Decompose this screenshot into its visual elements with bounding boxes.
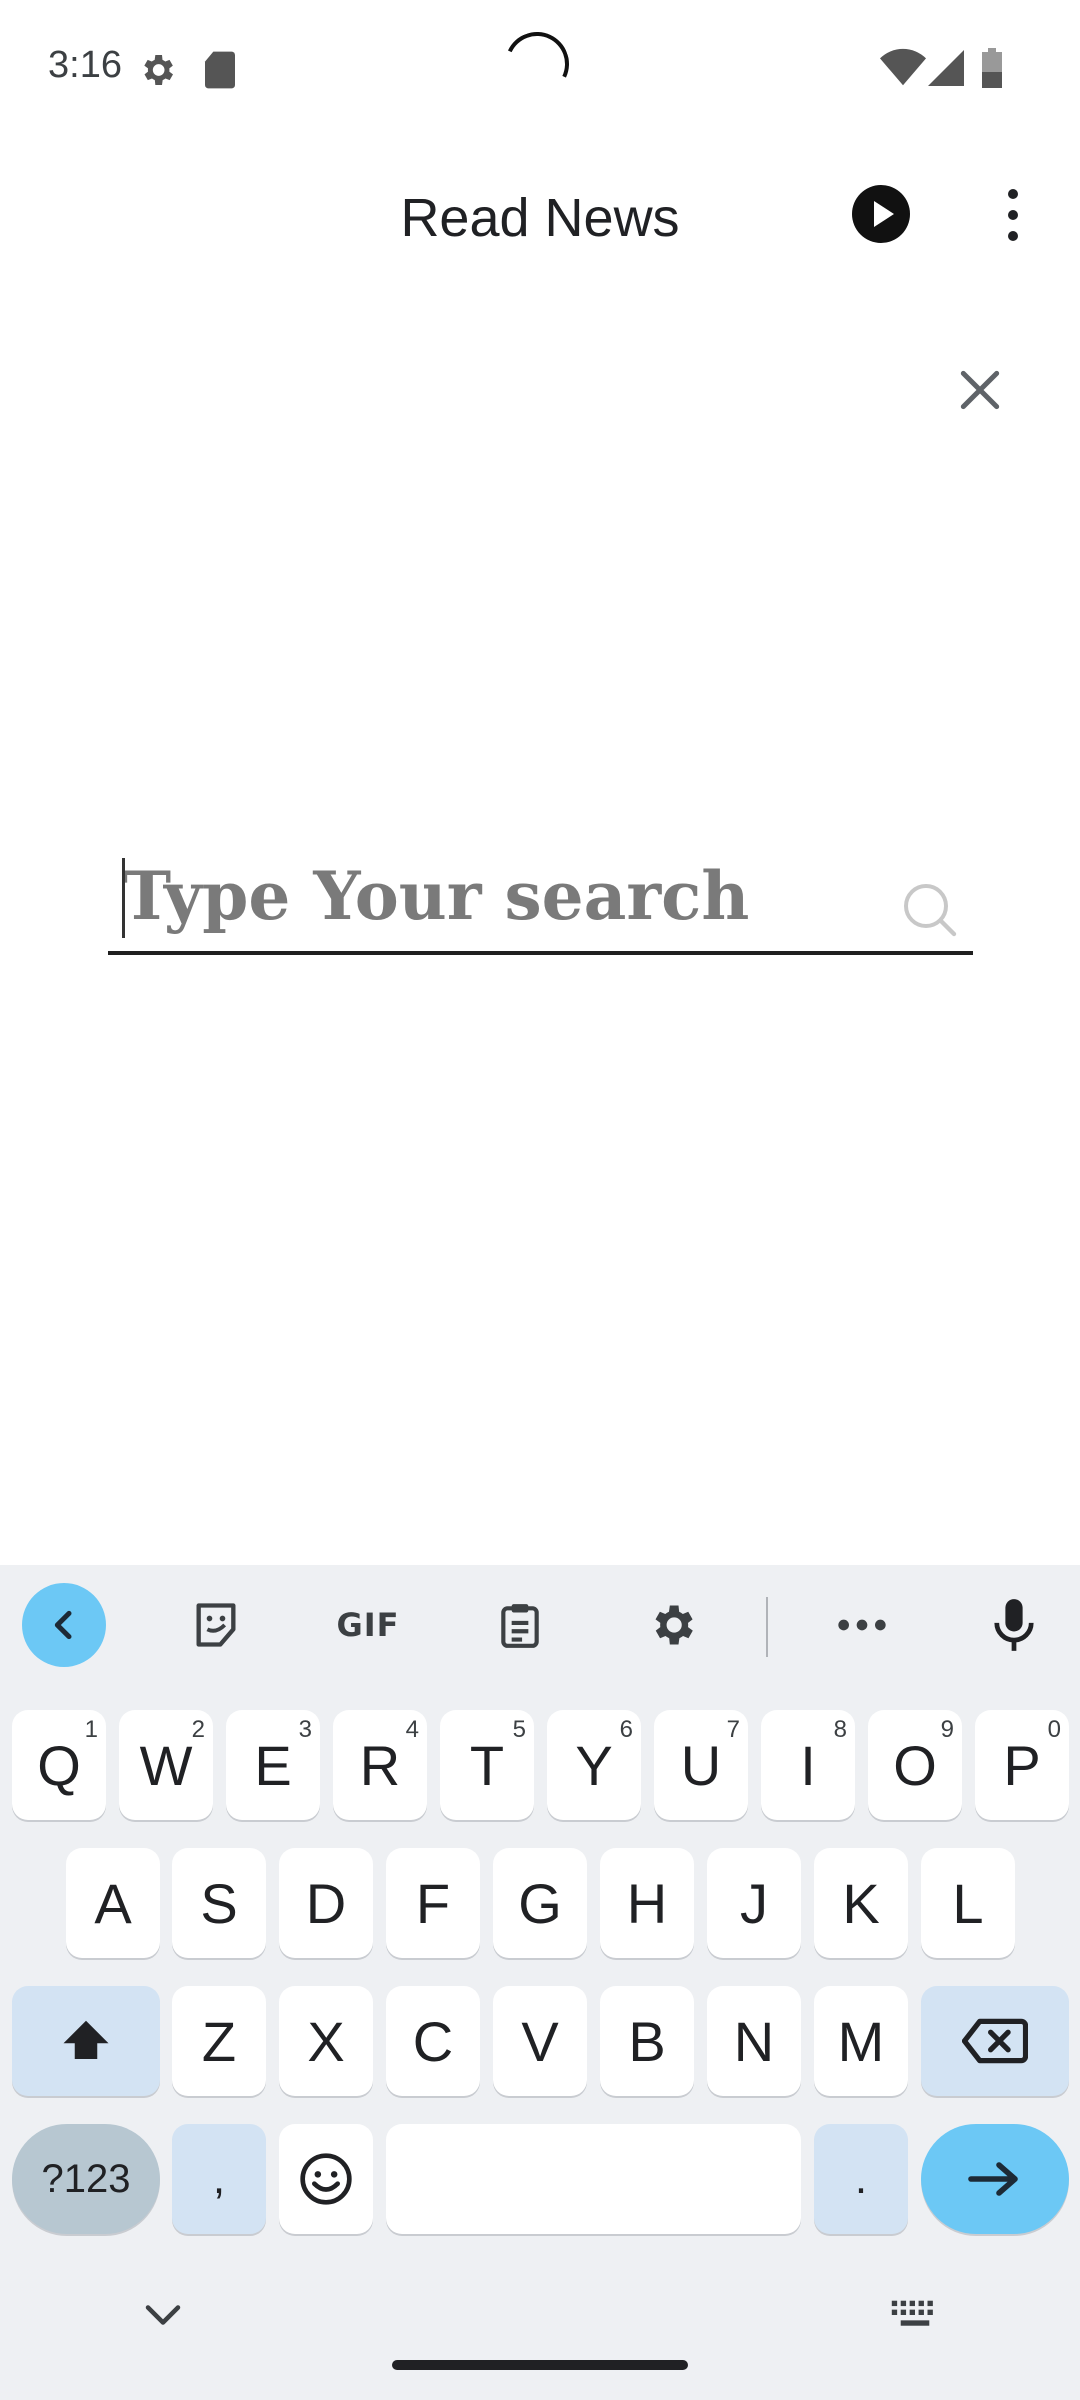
emoji-icon (300, 2153, 352, 2205)
cell-signal-icon (928, 48, 964, 93)
status-bar: 3:16 (0, 0, 1080, 135)
key-o[interactable]: O9 (868, 1710, 962, 1820)
key-d[interactable]: D (279, 1848, 373, 1958)
key-f[interactable]: F (386, 1848, 480, 1958)
text-caret (122, 858, 125, 938)
comma-key[interactable]: , (172, 2124, 266, 2234)
microphone-icon[interactable] (972, 1583, 1056, 1667)
hide-keyboard-icon[interactable] (140, 2300, 186, 2335)
page-title: Read News (400, 188, 680, 248)
key-k[interactable]: K (814, 1848, 908, 1958)
key-u[interactable]: U7 (654, 1710, 748, 1820)
key-j[interactable]: J (707, 1848, 801, 1958)
search-field[interactable] (108, 840, 973, 955)
key-z[interactable]: Z (172, 1986, 266, 2096)
gif-button[interactable]: GIF (326, 1583, 410, 1667)
key-m[interactable]: M (814, 1986, 908, 2096)
app-bar: Read News (0, 135, 1080, 295)
wifi-icon (880, 48, 926, 93)
clipboard-icon[interactable] (478, 1583, 562, 1667)
backspace-icon (962, 2018, 1028, 2064)
key-a[interactable]: A (66, 1848, 160, 1958)
key-r[interactable]: R4 (333, 1710, 427, 1820)
search-input[interactable] (122, 850, 882, 942)
period-key[interactable]: . (814, 2124, 908, 2234)
key-c[interactable]: C (386, 1986, 480, 2096)
key-e[interactable]: E3 (226, 1710, 320, 1820)
keyboard-back-button[interactable] (22, 1583, 106, 1667)
keyboard-toolbar: GIF (0, 1565, 1080, 1690)
loading-spinner-icon (495, 22, 579, 106)
sticker-icon[interactable] (174, 1583, 258, 1667)
sd-card-icon (203, 50, 237, 95)
close-icon[interactable] (955, 365, 1005, 415)
key-y[interactable]: Y6 (547, 1710, 641, 1820)
key-s[interactable]: S (172, 1848, 266, 1958)
key-n[interactable]: N (707, 1986, 801, 2096)
toolbar-divider (766, 1597, 768, 1657)
key-t[interactable]: T5 (440, 1710, 534, 1820)
key-h[interactable]: H (600, 1848, 694, 1958)
search-icon[interactable] (900, 880, 960, 940)
backspace-key[interactable] (921, 1986, 1069, 2096)
shift-key[interactable] (12, 1986, 160, 2096)
key-g[interactable]: G (493, 1848, 587, 1958)
key-v[interactable]: V (493, 1986, 587, 2096)
key-x[interactable]: X (279, 1986, 373, 2096)
more-keyboard-options-icon[interactable] (820, 1583, 904, 1667)
status-time: 3:16 (48, 44, 122, 86)
keyboard-settings-icon[interactable] (630, 1583, 714, 1667)
arrow-right-icon (968, 2162, 1018, 2196)
key-l[interactable]: L (921, 1848, 1015, 1958)
settings-status-icon (137, 50, 177, 95)
key-i[interactable]: I8 (761, 1710, 855, 1820)
battery-icon (980, 48, 1004, 93)
space-key[interactable] (386, 2124, 801, 2234)
keyboard-switch-icon[interactable] (890, 2298, 940, 2337)
key-b[interactable]: B (600, 1986, 694, 2096)
key-q[interactable]: Q1 (12, 1710, 106, 1820)
more-options-icon[interactable] (998, 185, 1028, 245)
navigation-bar (0, 2260, 1080, 2400)
home-gesture-handle[interactable] (392, 2360, 688, 2370)
emoji-key[interactable] (279, 2124, 373, 2234)
shift-icon (63, 2020, 109, 2059)
enter-key[interactable] (921, 2124, 1069, 2234)
symbols-key[interactable]: ?123 (12, 2124, 160, 2234)
key-w[interactable]: W2 (119, 1710, 213, 1820)
play-button[interactable] (852, 185, 910, 243)
key-p[interactable]: P0 (975, 1710, 1069, 1820)
